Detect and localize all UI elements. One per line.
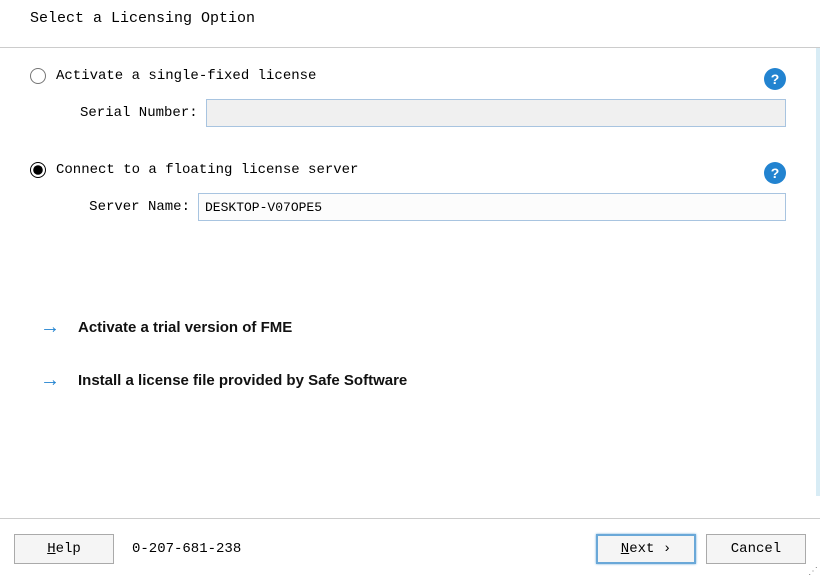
footer: Help 0-207-681-238 Next › Cancel	[0, 518, 820, 578]
link-install-file-label: Install a license file provided by Safe …	[78, 372, 407, 389]
radio-single-fixed-label[interactable]: Activate a single-fixed license	[56, 68, 316, 84]
serial-number-label: Serial Number:	[80, 105, 198, 121]
server-name-label: Server Name:	[80, 199, 190, 215]
link-install-file[interactable]: → Install a license file provided by Saf…	[40, 369, 786, 392]
serial-number-input[interactable]	[206, 99, 786, 127]
link-trial[interactable]: → Activate a trial version of FME	[40, 316, 786, 339]
header: Select a Licensing Option	[0, 0, 820, 48]
main-panel: Activate a single-fixed license ? Serial…	[0, 48, 820, 496]
option-single-fixed: Activate a single-fixed license ? Serial…	[30, 68, 786, 127]
license-code: 0-207-681-238	[132, 541, 241, 557]
option-floating: Connect to a floating license server ? S…	[30, 162, 786, 221]
arrow-right-icon: →	[40, 369, 60, 392]
server-name-input[interactable]	[198, 193, 786, 221]
radio-floating[interactable]	[30, 162, 46, 178]
next-button[interactable]: Next ›	[596, 534, 696, 564]
page-title: Select a Licensing Option	[30, 10, 790, 27]
radio-single-fixed[interactable]	[30, 68, 46, 84]
help-icon[interactable]: ?	[764, 68, 786, 90]
help-icon[interactable]: ?	[764, 162, 786, 184]
chevron-right-icon: ›	[663, 541, 671, 557]
radio-floating-label[interactable]: Connect to a floating license server	[56, 162, 358, 178]
arrow-right-icon: →	[40, 316, 60, 339]
cancel-button[interactable]: Cancel	[706, 534, 806, 564]
link-trial-label: Activate a trial version of FME	[78, 319, 292, 336]
help-button[interactable]: Help	[14, 534, 114, 564]
resize-grip-icon[interactable]: ⋰	[808, 566, 818, 576]
